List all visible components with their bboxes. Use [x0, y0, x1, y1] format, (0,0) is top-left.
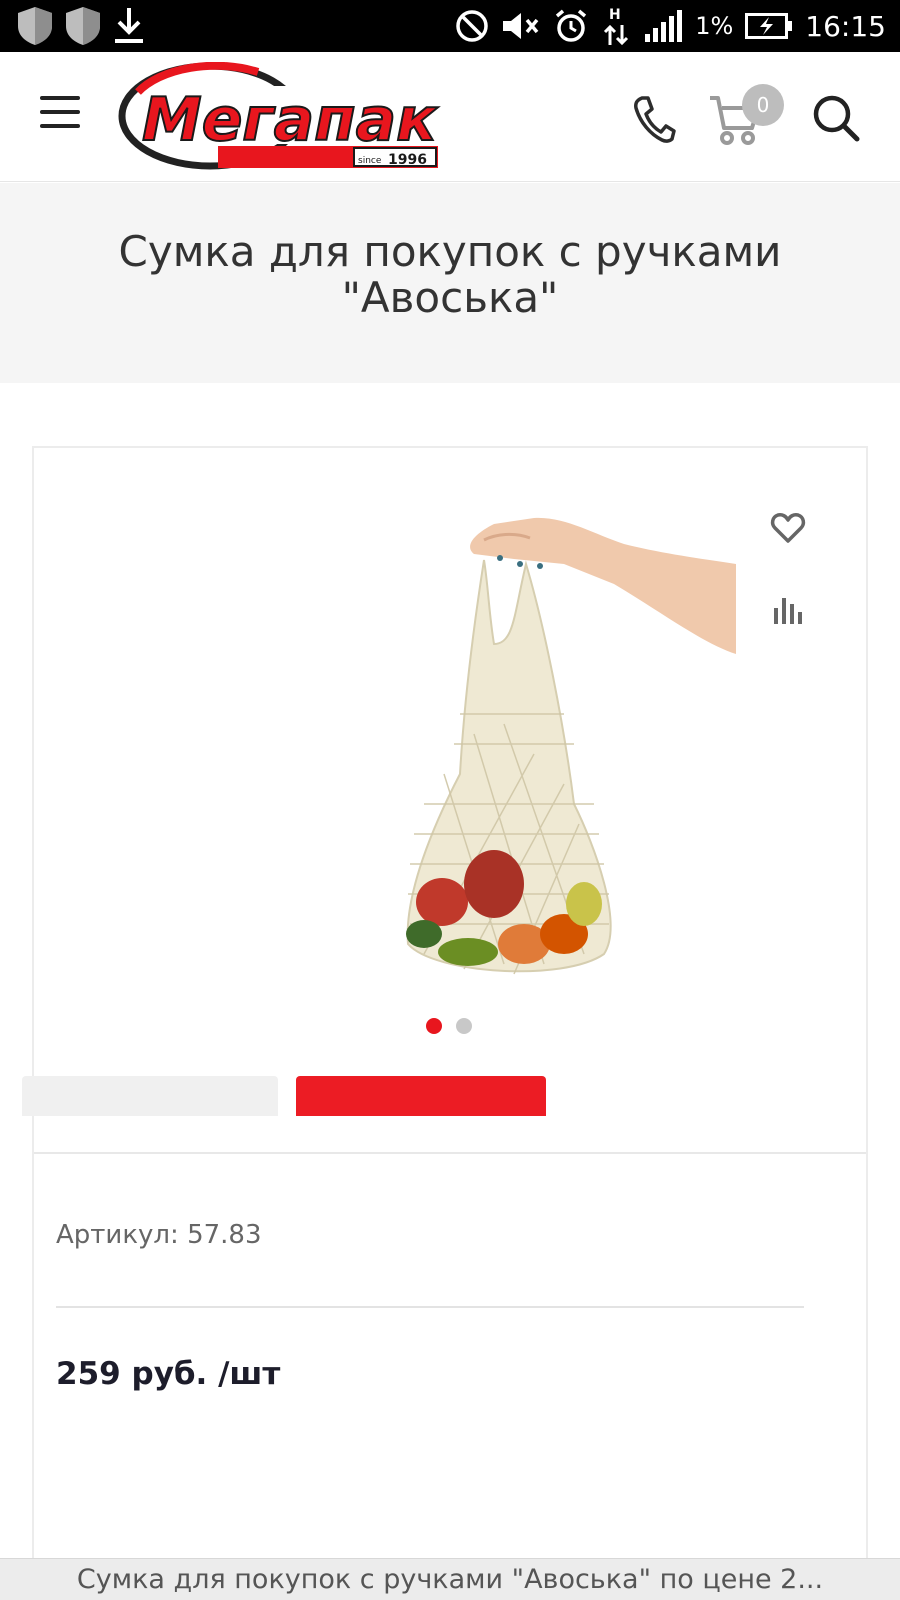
page-title: Сумка для покупок с ручками "Авоська" — [118, 227, 782, 322]
shield-icon — [66, 7, 100, 45]
menu-icon-line — [40, 96, 80, 100]
browser-page-title: Сумка для покупок с ручками "Авоська" по… — [76, 1564, 824, 1595]
compare-chart-icon[interactable] — [770, 592, 806, 628]
do-not-disturb-icon — [456, 10, 488, 42]
browser-title-bar[interactable]: Сумка для покупок с ручками "Авоська" по… — [0, 1558, 900, 1600]
download-icon — [115, 8, 143, 43]
add-to-cart-button[interactable] — [296, 1076, 546, 1116]
menu-icon-line — [40, 124, 80, 128]
gallery-dot-1[interactable] — [426, 1018, 442, 1034]
status-left-icons — [16, 6, 146, 46]
site-header: Мегапак since 1996 0 — [0, 52, 900, 182]
megapak-logo[interactable]: Мегапак since 1996 — [118, 62, 448, 174]
gallery-pagination — [426, 1018, 472, 1034]
menu-button[interactable] — [40, 96, 80, 132]
gallery-dot-2[interactable] — [456, 1018, 472, 1034]
signal-icon — [645, 10, 683, 42]
product-image[interactable] — [364, 504, 736, 984]
battery-percent: 1% — [695, 12, 734, 40]
svg-text:Мегапак: Мегапак — [142, 85, 438, 155]
product-sku: Артикул: 57.83 — [56, 1220, 262, 1250]
quantity-stepper[interactable] — [22, 1076, 278, 1116]
alarm-icon — [556, 9, 587, 42]
favorite-heart-icon[interactable] — [770, 510, 806, 546]
svg-text:1996: 1996 — [388, 152, 427, 168]
status-bar: H 1% 16:15 — [0, 0, 900, 52]
battery-charging-icon — [745, 13, 793, 39]
svg-text:H: H — [609, 7, 621, 23]
mute-icon — [503, 13, 539, 39]
shield-icon — [18, 7, 52, 45]
svg-text:since: since — [358, 156, 382, 166]
data-h-icon: H — [604, 7, 629, 46]
search-icon[interactable] — [812, 94, 860, 142]
menu-icon-line — [40, 110, 80, 114]
status-time: 16:15 — [805, 9, 886, 43]
divider — [56, 1306, 804, 1308]
product-card: Артикул: 57.83 259 руб. /шт — [32, 446, 868, 1600]
product-gallery[interactable] — [34, 448, 866, 1154]
status-right: H 1% 16:15 — [455, 0, 886, 52]
phone-icon[interactable] — [632, 94, 676, 144]
title-band: Сумка для покупок с ручками "Авоська" — [0, 183, 900, 383]
product-price: 259 руб. /шт — [56, 1356, 281, 1392]
cart-count-badge: 0 — [742, 84, 784, 126]
